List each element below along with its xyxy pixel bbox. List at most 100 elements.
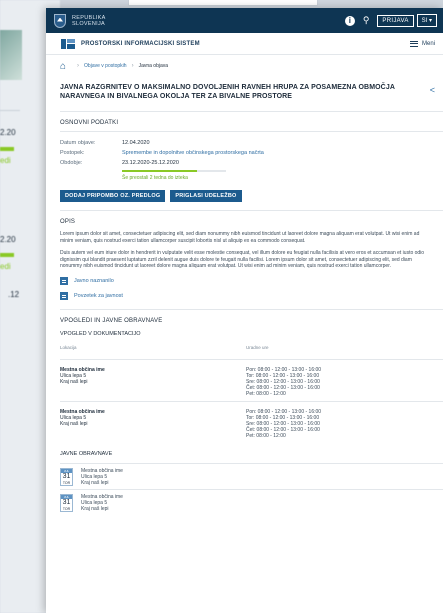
country-name: REPUBLIKA SLOVENIJA: [72, 15, 106, 27]
hours-cell: Pon: 08:00 - 12:00 - 13:00 - 16:00 Tor: …: [246, 367, 321, 397]
hours-cell: Pon: 08:00 - 12:00 - 13:00 - 16:00 Tor: …: [246, 409, 321, 439]
divider: [60, 111, 443, 112]
hours-line: Pet: 08:00 - 12:00: [246, 390, 286, 397]
remaining-time-note: Še preostali 2 tedna do izteka: [122, 175, 188, 181]
background-progress: [0, 253, 14, 257]
calendar-icon: JUL 31 TOR: [60, 493, 73, 512]
register-participation-button[interactable]: PRIGLASI UDELEŽBO: [170, 190, 242, 202]
search-icon[interactable]: ⚲: [363, 15, 370, 26]
system-header: PROSTORSKI INFORMACIJSKI SISTEM Meni: [46, 33, 443, 55]
breadcrumb-current: Javna objava: [138, 63, 169, 69]
divider: [60, 210, 443, 211]
table-header: Lokacija Uradne ure: [60, 345, 443, 350]
background-progress: [0, 147, 14, 151]
description-heading: OPIS: [60, 219, 76, 225]
background-date: 2.20: [0, 235, 16, 244]
field-label: Obdobje:: [60, 160, 83, 166]
login-button[interactable]: PRIJAVA: [377, 14, 414, 27]
divider: [60, 131, 443, 132]
table-row: Mestna občina ime Ulica lepa 5 Kraj naš …: [60, 358, 443, 401]
procedure-link[interactable]: Spremembe in dopolnitve občinskega prost…: [122, 150, 264, 156]
list-item[interactable]: JUL 31 TOR Mestna občina ime Ulica lepa …: [60, 488, 443, 515]
breadcrumb: ⌂ › Objave v postopkih › Javna objava: [46, 55, 443, 77]
hours-line: Tor: 08:00 - 12:00 - 13:00 - 16:00: [246, 414, 320, 421]
home-icon[interactable]: ⌂: [60, 61, 66, 72]
public-summary-link[interactable]: Povzetek za javnost: [60, 291, 443, 300]
hearing-location: Mestna občina ime Ulica lepa 5 Kraj naš …: [81, 468, 123, 486]
link-label: Javno naznanilo: [74, 277, 114, 284]
insights-heading: VPOGLEDI IN JAVNE OBRAVNAVE: [60, 317, 163, 324]
document-icon: [60, 291, 68, 300]
hours-line: Tor: 08:00 - 12:00 - 13:00 - 16:00: [246, 372, 320, 379]
documentation-heading: VPOGLED V DOKUMENTACIJO: [60, 330, 141, 337]
hours-line: Pon: 08:00 - 12:00 - 13:00 - 16:00: [246, 408, 322, 415]
background-frame: [128, 0, 318, 6]
hours-line: Sre: 08:00 - 12:00 - 13:00 - 16:00: [246, 378, 320, 385]
menu-label: Meni: [421, 40, 435, 47]
hearing-name: Mestna občina ime: [81, 467, 123, 474]
field-value: 23.12.2020-25.12.2020: [122, 160, 179, 166]
location-place: Kraj naš lepi: [60, 378, 88, 385]
field-label: Datum objave:: [60, 140, 96, 146]
period-progress-fill: [122, 170, 197, 172]
hours-line: Čet: 08:00 - 12:00 - 13:00 - 16:00: [246, 426, 320, 433]
document-icon: [60, 276, 68, 285]
language-select[interactable]: SI ▾: [416, 14, 437, 27]
calendar-day: 31: [62, 472, 71, 480]
field-value: 12.04.2020: [122, 140, 150, 146]
location-cell: Mestna občina ime Ulica lepa 5 Kraj naš …: [60, 409, 246, 439]
share-icon[interactable]: <: [430, 85, 435, 101]
calendar-weekday: TOR: [62, 480, 71, 485]
location-column-header: Lokacija: [60, 344, 77, 350]
calendar-icon: JUL 31 TOR: [60, 467, 73, 486]
hearing-location: Mestna občina ime Ulica lepa 5 Kraj naš …: [81, 494, 123, 512]
hearing-place: Kraj naš lepi: [81, 505, 109, 512]
calendar-day: 31: [62, 498, 71, 506]
background-link: edi: [0, 262, 11, 271]
background-number: .12: [8, 290, 20, 299]
hours-column-header: Uradne ure: [246, 344, 269, 350]
hamburger-icon: [409, 40, 418, 47]
procedure-row: Postopek: Spremembe in dopolnitve občins…: [60, 148, 443, 158]
country-line-1: REPUBLIKA: [72, 14, 106, 21]
period-row: Obdobje: 23.12.2020-25.12.2020: [60, 158, 443, 168]
chevron-right-icon: ›: [77, 63, 80, 69]
system-title[interactable]: PROSTORSKI INFORMACIJSKI SISTEM: [81, 41, 200, 47]
hours-line: Čet: 08:00 - 12:00 - 13:00 - 16:00: [246, 384, 320, 391]
top-bar: REPUBLIKA SLOVENIJA i ⚲ PRIJAVA SI ▾: [46, 8, 443, 33]
breadcrumb-parent[interactable]: Objave v postopkih: [84, 63, 127, 69]
divider: [60, 308, 443, 310]
table-row: Mestna občina ime Ulica lepa 5 Kraj naš …: [60, 400, 443, 443]
country-line-2: SLOVENIJA: [72, 20, 105, 27]
hearing-place: Kraj naš lepi: [81, 479, 109, 486]
hours-line: Pon: 08:00 - 12:00 - 13:00 - 16:00: [246, 366, 322, 373]
pis-logo-icon: [61, 38, 75, 49]
description-paragraph: Lorem ipsum dolor sit amet, consectetuer…: [60, 231, 420, 244]
calendar-weekday: TOR: [62, 506, 71, 511]
info-icon[interactable]: i: [344, 15, 355, 26]
hours-line: Sre: 08:00 - 12:00 - 13:00 - 16:00: [246, 420, 320, 427]
list-item[interactable]: JUL 31 TOR Mestna občina ime Ulica lepa …: [60, 462, 443, 489]
background-divider: [0, 110, 20, 111]
chevron-right-icon: ›: [131, 63, 134, 69]
location-place: Kraj naš lepi: [60, 420, 88, 427]
hours-line: Pet: 08:00 - 12:00: [246, 432, 286, 439]
add-comment-button[interactable]: DODAJ PRIPOMBO OZ. PREDLOG: [60, 190, 166, 202]
public-notice-link[interactable]: Javno naznanilo: [60, 276, 443, 285]
menu-button[interactable]: Meni: [409, 40, 435, 47]
hearing-name: Mestna občina ime: [81, 493, 123, 500]
field-label: Postopek:: [60, 150, 85, 156]
page-title: JAVNA RAZGRNITEV O MAKSIMALNO DOVOLJENIH…: [60, 84, 395, 100]
coat-of-arms-icon: [54, 13, 66, 28]
background-date: 2.20: [0, 128, 16, 137]
period-progress-bar: [122, 170, 226, 172]
public-notice-card: REPUBLIKA SLOVENIJA i ⚲ PRIJAVA SI ▾ PRO…: [46, 8, 443, 613]
background-image: [0, 30, 22, 80]
location-cell: Mestna občina ime Ulica lepa 5 Kraj naš …: [60, 367, 246, 397]
background-link: edi: [0, 156, 11, 165]
basic-data-heading: OSNOVNI PODATKI: [60, 120, 119, 126]
hearings-heading: JAVNE OBRAVNAVE: [60, 450, 113, 457]
description-paragraph: Duis autem vel eum iriure dolor in hendr…: [60, 250, 425, 269]
publish-date-row: Datum objave: 12.04.2020: [60, 138, 443, 148]
link-label: Povzetek za javnost: [74, 292, 123, 299]
